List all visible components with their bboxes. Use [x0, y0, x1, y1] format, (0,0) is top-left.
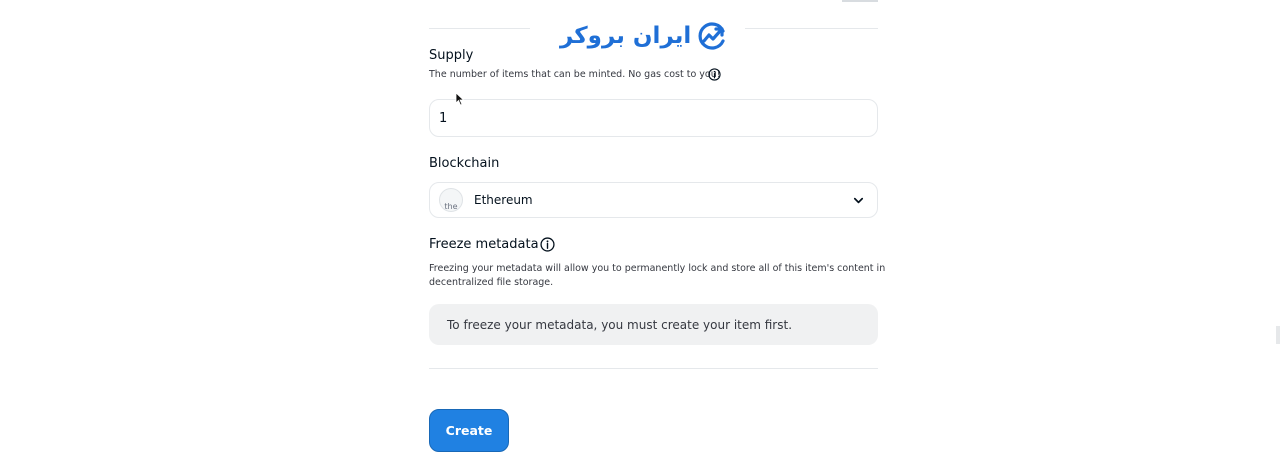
- ethereum-icon: the: [439, 188, 463, 212]
- trend-up-circle-logo-icon: [698, 22, 725, 50]
- top-edge-mark: [842, 0, 878, 2]
- top-divider-right: [745, 28, 878, 29]
- supply-label: Supply: [429, 48, 474, 63]
- create-button[interactable]: Create: [429, 409, 509, 452]
- watermark-text: ایران بروکر: [560, 23, 692, 49]
- freeze-info-icon[interactable]: [540, 237, 555, 252]
- freeze-metadata-label: Freeze metadata: [429, 237, 539, 252]
- section-divider: [429, 368, 878, 369]
- blockchain-selected-value: Ethereum: [474, 193, 533, 207]
- supply-help-text: The number of items that can be minted. …: [429, 69, 721, 80]
- freeze-help-text-line2: decentralized file storage.: [429, 277, 554, 288]
- blockchain-label: Blockchain: [429, 156, 500, 171]
- freeze-notice: To freeze your metadata, you must create…: [429, 304, 878, 345]
- freeze-help-text-line1: Freezing your metadata will allow you to…: [429, 263, 886, 274]
- right-edge-mark: [1276, 326, 1280, 344]
- watermark-logo: ایران بروکر: [560, 18, 727, 54]
- mouse-cursor-icon: [455, 92, 465, 106]
- supply-info-icon[interactable]: [708, 68, 721, 81]
- supply-input[interactable]: [429, 99, 878, 137]
- chevron-down-icon: [853, 197, 864, 204]
- blockchain-select[interactable]: the Ethereum: [429, 182, 878, 218]
- top-divider-left: [429, 28, 530, 29]
